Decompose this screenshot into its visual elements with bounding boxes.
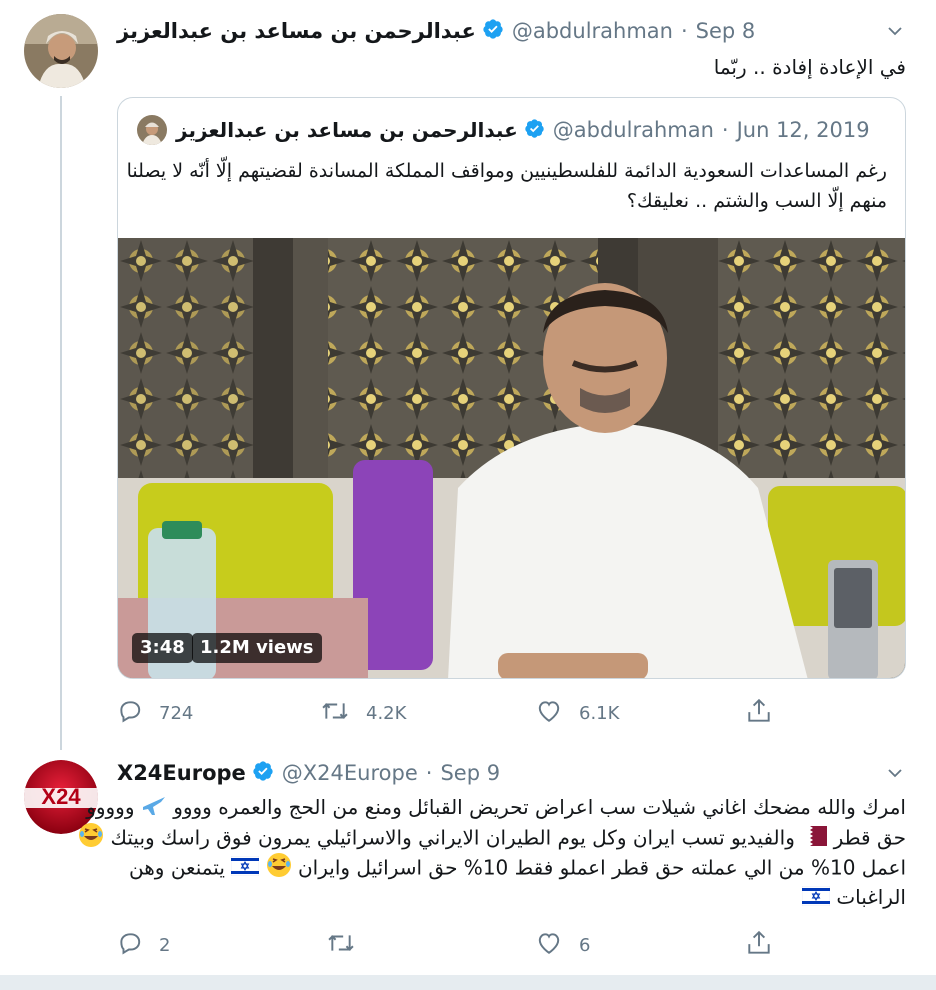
quoted-author-avatar — [137, 115, 167, 145]
like-count: 6.1K — [579, 702, 620, 724]
author-handle[interactable]: @X24Europe — [282, 761, 418, 785]
author-name[interactable]: X24Europe — [117, 761, 246, 785]
share-button[interactable] — [746, 697, 772, 729]
timeline-divider — [0, 975, 936, 990]
text-segment: حق قطر — [833, 825, 906, 850]
tweet-text-line3: اعمل 10% من الي عملته حق قطر اعملو فقط 1… — [106, 852, 906, 886]
thread-line — [60, 96, 62, 750]
text-segment: الراغبات — [836, 885, 906, 909]
retweet-icon — [326, 930, 356, 960]
qatar-flag-icon — [801, 824, 828, 854]
separator-dot: · — [425, 761, 433, 785]
quoted-author-name: عبدالرحمن بن مساعد بن عبدالعزيز — [176, 118, 518, 142]
tweet-text-line2: حق قطر والفيديو تسب ايران وكل يوم الطيرا… — [79, 822, 906, 856]
like-icon — [535, 930, 563, 960]
israel-flag-icon — [801, 884, 831, 914]
quoted-author-handle: @abdulrahman — [552, 118, 714, 142]
share-icon — [746, 697, 772, 729]
chevron-down-icon[interactable] — [886, 22, 904, 44]
reply-button[interactable]: 2 — [117, 930, 170, 960]
verified-badge-icon — [482, 18, 504, 44]
like-count: 6 — [579, 934, 591, 956]
tweet-text: في الإعادة إفادة .. ربّما — [713, 55, 906, 79]
israel-flag-icon — [231, 854, 260, 884]
reply-icon — [117, 930, 143, 960]
author-avatar[interactable] — [24, 14, 98, 88]
like-button[interactable]: 6.1K — [535, 698, 619, 728]
text-segment: والفيديو تسب ايران وكل يوم الطيران الاير… — [110, 825, 795, 850]
reply-count: 724 — [159, 702, 194, 724]
video-thumbnail — [118, 238, 905, 678]
reply-count: 2 — [159, 934, 171, 956]
video-player[interactable]: 3:48 1.2M views — [118, 238, 905, 678]
reply-icon — [117, 698, 143, 728]
tweet-date[interactable]: Sep 8 — [696, 19, 756, 43]
video-duration-badge: 3:48 — [132, 633, 193, 663]
separator-dot: · — [680, 19, 688, 43]
tweet-text-line1: امرك والله مضحك اغاني شيلات سب اعراض تحر… — [86, 792, 906, 825]
chevron-down-icon[interactable] — [886, 764, 904, 786]
like-icon — [535, 698, 563, 728]
laughing-emoji-icon — [266, 852, 292, 886]
tweet-1[interactable]: عبدالرحمن بن مساعد بن عبدالعزيز @abdulra… — [0, 0, 936, 750]
share-button[interactable] — [746, 929, 772, 961]
retweet-button[interactable]: 4.2K — [320, 698, 406, 728]
retweet-count: 4.2K — [366, 702, 407, 724]
reply-button[interactable]: 724 — [117, 698, 193, 728]
laughing-emoji-icon — [78, 822, 104, 856]
airplane-emoji-icon — [141, 793, 167, 825]
quoted-tweet-card[interactable]: عبدالرحمن بن مساعد بن عبدالعزيز @abdulra… — [117, 97, 906, 679]
quoted-tweet-date: Jun 12, 2019 — [736, 118, 870, 142]
retweet-icon — [320, 698, 350, 728]
separator-dot: · — [721, 118, 729, 142]
tweet-text-line4: الراغبات — [106, 882, 906, 914]
share-icon — [746, 929, 772, 961]
like-button[interactable]: 6 — [535, 930, 590, 960]
author-handle[interactable]: @abdulrahman — [512, 19, 673, 43]
text-segment: اعمل 10% من الي عملته حق قطر اعملو فقط 1… — [297, 855, 906, 880]
text-segment: ووووو — [86, 795, 135, 819]
retweet-button[interactable] — [326, 930, 366, 960]
quoted-tweet-text-line2: منهم إلّا السب والشتم .. نعليقك؟ — [626, 190, 887, 212]
quoted-tweet-header: عبدالرحمن بن مساعد بن عبدالعزيز @abdulra… — [176, 115, 870, 145]
quoted-tweet-text-line1: رغم المساعدات السعودية الدائمة للفلسطيني… — [126, 160, 887, 182]
verified-badge-icon — [524, 118, 545, 143]
text-segment: امرك والله مضحك اغاني شيلات سب اعراض تحر… — [173, 795, 906, 819]
video-views-badge: 1.2M views — [192, 633, 322, 663]
author-name[interactable]: عبدالرحمن بن مساعد بن عبدالعزيز — [117, 19, 476, 43]
text-segment: يتمنعن وهن — [129, 855, 225, 880]
tweet-date[interactable]: Sep 9 — [440, 761, 500, 785]
tweet-header: عبدالرحمن بن مساعد بن عبدالعزيز @abdulra… — [117, 16, 755, 46]
verified-badge-icon — [252, 760, 274, 786]
tweet-2[interactable]: X24 X24Europe @X24Europe · Sep 9 امرك وا… — [0, 750, 936, 975]
tweet-header: X24Europe @X24Europe · Sep 9 — [117, 758, 500, 788]
